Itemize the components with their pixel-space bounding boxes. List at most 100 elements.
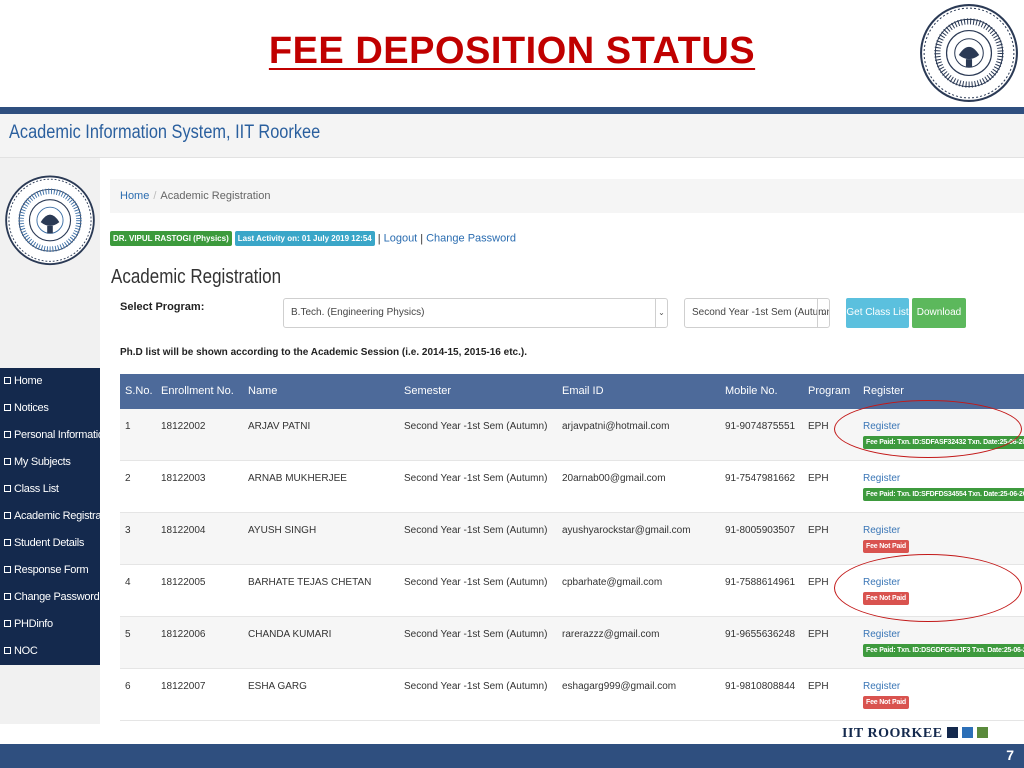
logout-link[interactable]: Logout xyxy=(384,233,418,245)
column-header-program: Program xyxy=(808,385,851,397)
table-row: 2 18122003 ARNAB MUKHERJEE Second Year -… xyxy=(120,461,1024,513)
cell-name: AYUSH SINGH xyxy=(248,525,317,536)
highlight-oval-paid xyxy=(834,400,1022,458)
cell-email: cpbarhate@gmail.com xyxy=(562,577,663,588)
cell-email: rarerazzz@gmail.com xyxy=(562,629,660,640)
cell-program: EPH xyxy=(808,681,829,692)
logo-square-icon xyxy=(976,727,988,738)
pipe-separator: | xyxy=(420,232,424,245)
register-link[interactable]: Register xyxy=(863,525,900,536)
fee-paid-badge: Fee Paid: Txn. ID:DSGDFGFHJF3 Txn. Date:… xyxy=(863,644,1024,657)
header-divider xyxy=(0,107,1024,114)
page-title: Academic Registration xyxy=(111,266,282,288)
column-header-semester: Semester xyxy=(404,385,452,397)
register-link[interactable]: Register xyxy=(863,629,900,640)
fee-paid-badge: Fee Paid: Txn. ID:SFDFDS34554 Txn. Date:… xyxy=(863,488,1024,501)
program-select[interactable]: B.Tech. (Engineering Physics) ⌄ xyxy=(283,298,668,328)
column-header-mobile: Mobile No. xyxy=(725,385,778,397)
cell-register: Register Fee Paid: Txn. ID:DSGDFGFHJF3 T… xyxy=(863,629,1024,657)
semester-select[interactable]: Second Year -1st Sem (Autumn) ⌄ xyxy=(684,298,830,328)
breadcrumb: Home / Academic Registration xyxy=(110,179,1024,213)
cell-enrollment: 18122004 xyxy=(161,525,206,536)
cell-register: Register Fee Not Paid xyxy=(863,525,909,553)
breadcrumb-current: Academic Registration xyxy=(160,190,271,202)
cell-mobile: 91-9655636248 xyxy=(725,629,796,640)
cell-email: 20arnab00@gmail.com xyxy=(562,473,666,484)
checkbox-icon xyxy=(4,485,11,492)
checkbox-icon xyxy=(4,404,11,411)
register-link[interactable]: Register xyxy=(863,681,900,692)
checkbox-icon xyxy=(4,539,11,546)
user-bar: DR. VIPUL RASTOGI (Physics) Last Activity… xyxy=(110,231,516,249)
sidebar-item-response-form[interactable]: Response Form xyxy=(0,557,100,584)
cell-sno: 3 xyxy=(125,525,131,536)
cell-program: EPH xyxy=(808,525,829,536)
cell-semester: Second Year -1st Sem (Autumn) xyxy=(404,525,548,536)
cell-program: EPH xyxy=(808,629,829,640)
cell-enrollment: 18122005 xyxy=(161,577,206,588)
sidebar-item-personal-information[interactable]: Personal Information xyxy=(0,422,100,449)
cell-enrollment: 18122002 xyxy=(161,421,206,432)
checkbox-icon xyxy=(4,620,11,627)
sidebar-item-student-details[interactable]: Student Details xyxy=(0,530,100,557)
sidebar-item-home[interactable]: Home xyxy=(0,368,100,395)
checkbox-icon xyxy=(4,431,11,438)
cell-name: ESHA GARG xyxy=(248,681,307,692)
breadcrumb-home-link[interactable]: Home xyxy=(120,190,149,202)
fee-not-paid-badge: Fee Not Paid xyxy=(863,696,909,709)
cell-mobile: 91-9074875551 xyxy=(725,421,796,432)
column-header-enrollment: Enrollment No. xyxy=(161,385,234,397)
sidebar-item-my-subjects[interactable]: My Subjects xyxy=(0,449,100,476)
select-program-label: Select Program: xyxy=(120,301,205,313)
slide-title: FEE DEPOSITION STATUS xyxy=(268,30,756,72)
cell-program: EPH xyxy=(808,421,829,432)
pipe-separator: | xyxy=(377,232,381,245)
checkbox-icon xyxy=(4,512,11,519)
iit-roorkee-crest-logo xyxy=(920,4,1018,102)
checkbox-icon xyxy=(4,458,11,465)
sidebar-item-phdinfo[interactable]: PHDinfo xyxy=(0,611,100,638)
logo-square-icon xyxy=(946,727,958,738)
column-header-name: Name xyxy=(248,385,278,397)
highlight-oval-not-paid xyxy=(834,554,1022,622)
cell-program: EPH xyxy=(808,577,829,588)
cell-program: EPH xyxy=(808,473,829,484)
cell-name: ARJAV PATNI xyxy=(248,421,311,432)
sidebar-item-class-list[interactable]: Class List xyxy=(0,476,100,503)
cell-sno: 2 xyxy=(125,473,131,484)
register-link[interactable]: Register xyxy=(863,473,900,484)
cell-semester: Second Year -1st Sem (Autumn) xyxy=(404,473,548,484)
app-header: Academic Information System, IIT Roorkee xyxy=(0,114,1024,158)
cell-name: BARHATE TEJAS CHETAN xyxy=(248,577,372,588)
sidebar-item-noc[interactable]: NOC xyxy=(0,638,100,665)
phd-list-note: Ph.D list will be shown according to the… xyxy=(120,347,527,358)
change-password-link[interactable]: Change Password xyxy=(426,233,516,245)
sidebar-crest-logo xyxy=(5,175,95,266)
app-title: Academic Information System, IIT Roorkee xyxy=(9,122,321,143)
sidebar-item-notices[interactable]: Notices xyxy=(0,395,100,422)
cell-sno: 4 xyxy=(125,577,131,588)
last-activity-label: Last Activity on: 01 July 2019 12:54 xyxy=(234,231,375,246)
cell-mobile: 91-9810808844 xyxy=(725,681,796,692)
cell-mobile: 91-8005903507 xyxy=(725,525,796,536)
cell-email: arjavpatni@hotmail.com xyxy=(562,421,670,432)
cell-sno: 6 xyxy=(125,681,131,692)
checkbox-icon xyxy=(4,593,11,600)
cell-sno: 1 xyxy=(125,421,131,432)
table-row: 6 18122007 ESHA GARG Second Year -1st Se… xyxy=(120,669,1024,721)
cell-name: CHANDA KUMARI xyxy=(248,629,332,640)
get-class-list-button[interactable]: Get Class List xyxy=(846,298,909,328)
sidebar-item-academic-registration[interactable]: Academic Registration xyxy=(0,503,100,530)
cell-email: eshagarg999@gmail.com xyxy=(562,681,677,692)
cell-enrollment: 18122006 xyxy=(161,629,206,640)
column-header-sno: S.No. xyxy=(125,385,153,397)
download-button[interactable]: Download xyxy=(912,298,966,328)
sidebar-item-change-password[interactable]: Change Password xyxy=(0,584,100,611)
fee-not-paid-badge: Fee Not Paid xyxy=(863,540,909,553)
bottom-bar: 7 xyxy=(0,744,1024,768)
chevron-down-icon: ⌄ xyxy=(817,299,829,327)
checkbox-icon xyxy=(4,647,11,654)
cell-mobile: 91-7588614961 xyxy=(725,577,796,588)
checkbox-icon xyxy=(4,377,11,384)
sidebar-nav: Home Notices Personal Information My Sub… xyxy=(0,368,100,665)
